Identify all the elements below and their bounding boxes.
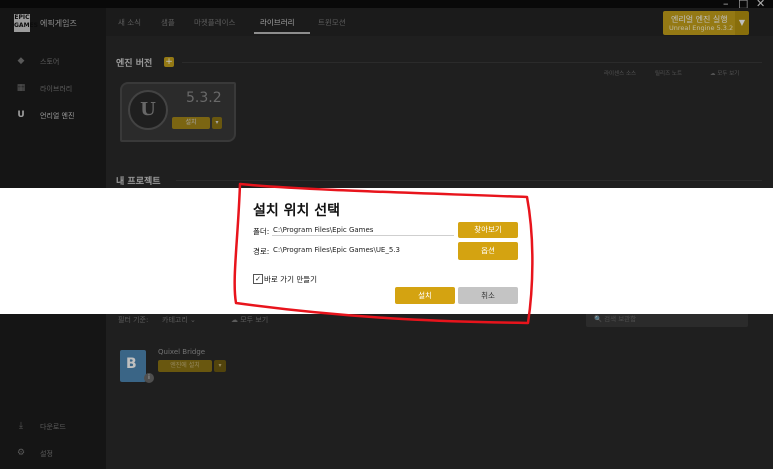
red-annotation-outline [233, 182, 534, 325]
